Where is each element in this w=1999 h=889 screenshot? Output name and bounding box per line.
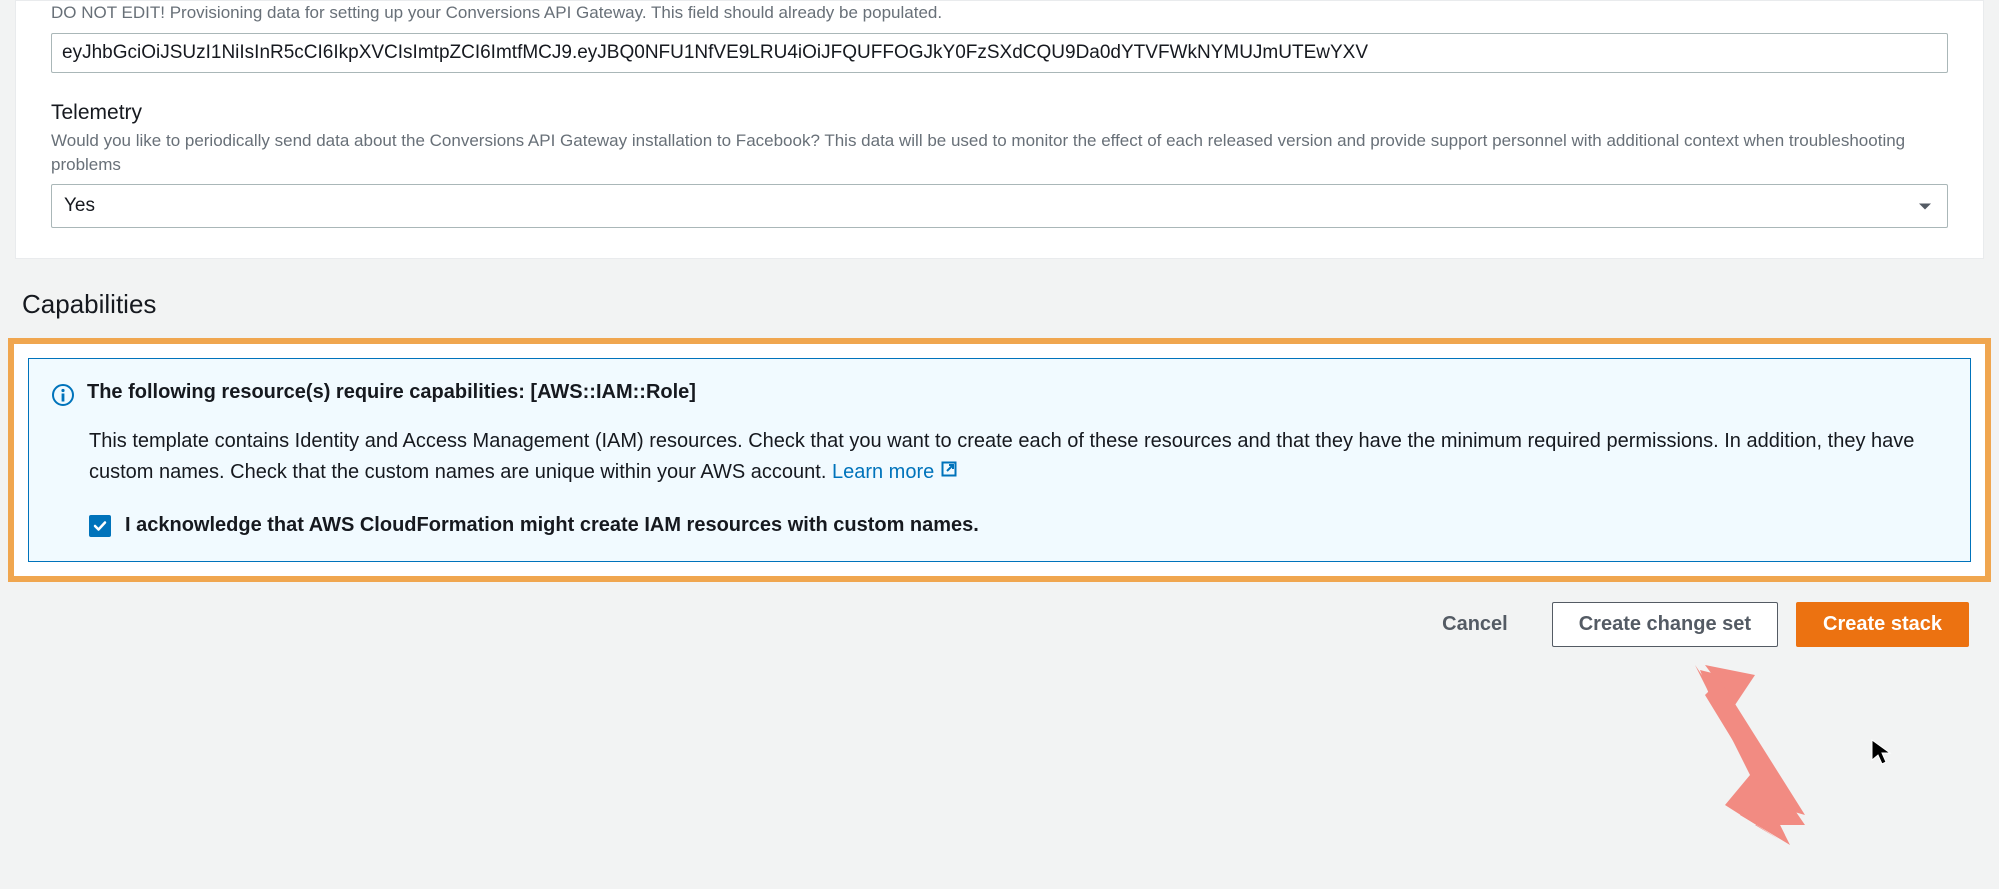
capabilities-info-text: This template contains Identity and Acce… (89, 430, 1914, 483)
annotation-arrow-icon (1685, 665, 1825, 845)
info-icon (51, 383, 75, 412)
learn-more-text: Learn more (832, 457, 934, 488)
capabilities-info-body: This template contains Identity and Acce… (89, 426, 1948, 488)
create-change-set-button[interactable]: Create change set (1552, 602, 1778, 647)
external-link-icon (940, 457, 958, 488)
telemetry-help-text: Would you like to periodically send data… (51, 129, 1948, 177)
parameters-panel: DO NOT EDIT! Provisioning data for setti… (15, 0, 1984, 259)
footer-actions: Cancel Create change set Create stack (0, 582, 1999, 657)
learn-more-link[interactable]: Learn more (832, 457, 958, 488)
acknowledge-label[interactable]: I acknowledge that AWS CloudFormation mi… (125, 514, 979, 537)
acknowledge-checkbox[interactable] (89, 515, 111, 537)
capabilities-info-title: The following resource(s) require capabi… (87, 381, 696, 404)
provisioning-help-text: DO NOT EDIT! Provisioning data for setti… (51, 1, 1948, 25)
capabilities-highlight-box: The following resource(s) require capabi… (8, 338, 1991, 582)
telemetry-select[interactable]: Yes (51, 184, 1948, 228)
capabilities-info-box: The following resource(s) require capabi… (28, 358, 1971, 562)
provisioning-data-input[interactable] (51, 33, 1948, 73)
annotation-arrow-icon (1685, 665, 1835, 855)
cancel-button[interactable]: Cancel (1416, 603, 1534, 646)
telemetry-label: Telemetry (51, 101, 1948, 125)
capabilities-heading: Capabilities (22, 289, 1999, 320)
create-stack-button[interactable]: Create stack (1796, 602, 1969, 647)
cursor-icon (1870, 738, 1892, 766)
